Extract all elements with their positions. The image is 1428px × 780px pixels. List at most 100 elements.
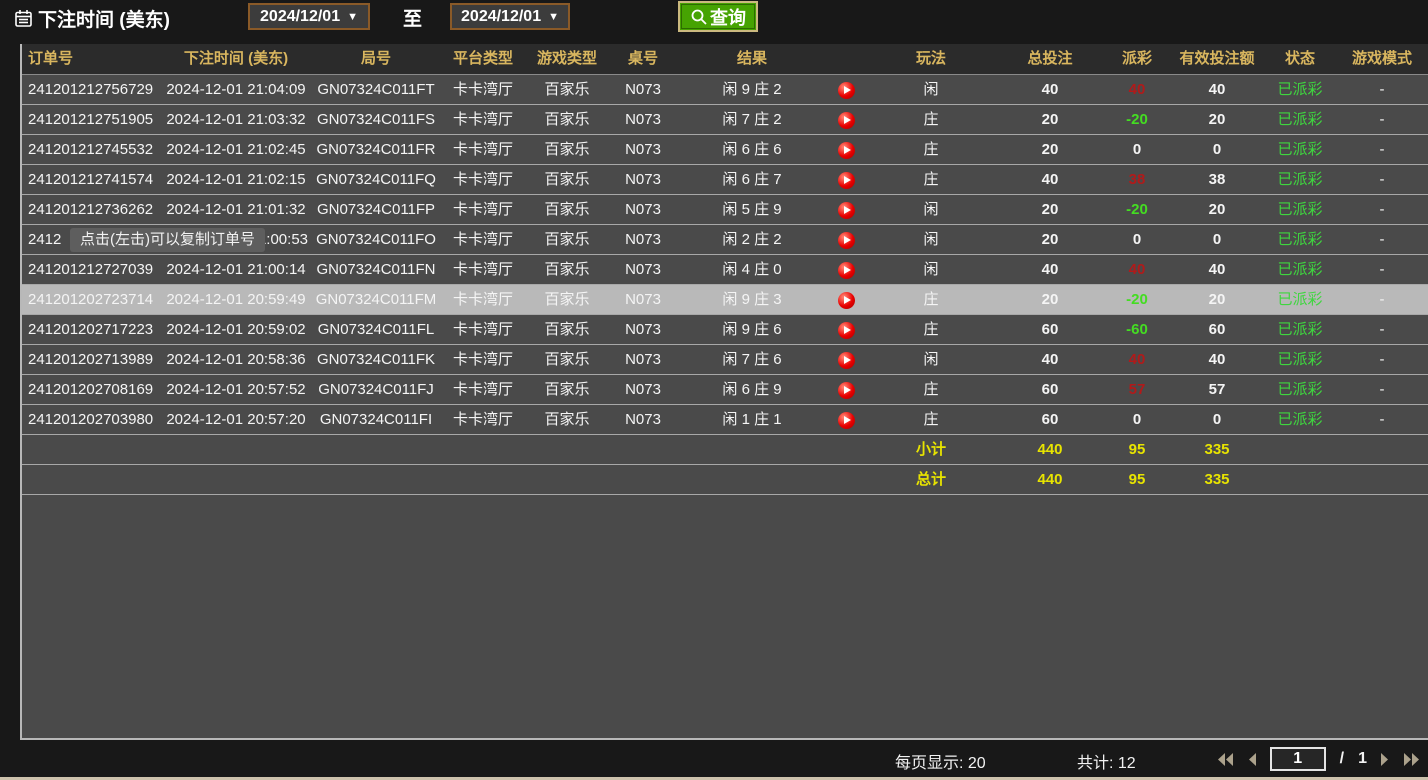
order-number-cell[interactable]: 241201212736262 [22,195,160,224]
date-to-select[interactable]: 2024/12/01 ▼ [450,3,570,30]
table-number-cell: N073 [608,225,678,254]
play-replay-icon[interactable] [838,412,855,429]
status-cell: 已派彩 [1264,135,1336,164]
replay-cell [826,195,866,224]
game-type-cell: 百家乐 [526,315,608,344]
prev-page-button[interactable] [1247,753,1256,766]
bet-time-cell: 2024-12-01 20:58:36 [160,345,312,374]
to-label: 至 [403,4,422,31]
result-cell: 闲 4 庄 0 [678,255,826,284]
platform-type-cell: 卡卡湾厅 [440,285,526,314]
page-input[interactable] [1270,747,1326,771]
bet-time-label: 下注时间 (美东) [14,5,170,32]
result-cell: 闲 9 庄 6 [678,315,826,344]
status-cell: 已派彩 [1264,105,1336,134]
table-row[interactable]: 24121:00:53GN07324C011FO卡卡湾厅百家乐N073闲 2 庄… [22,225,1428,255]
replay-cell [826,75,866,104]
bet-time-cell: 2024-12-01 20:57:20 [160,405,312,434]
payout-cell: -20 [1104,285,1170,314]
date-from-select[interactable]: 2024/12/01 ▼ [248,3,370,30]
total-bet-cell: 60 [996,375,1104,404]
result-cell: 闲 5 庄 9 [678,195,826,224]
order-number-cell[interactable]: 241201202723714 [22,285,160,314]
table-number-cell: N073 [608,285,678,314]
first-page-button[interactable] [1217,753,1233,766]
replay-cell [826,165,866,194]
payout-cell: 40 [1104,345,1170,374]
play-replay-icon[interactable] [838,202,855,219]
total-bet-cell: 60 [996,315,1104,344]
bet-time-cell: 2024-12-01 20:59:02 [160,315,312,344]
status-cell: 已派彩 [1264,285,1336,314]
game-mode-cell: - [1336,285,1428,314]
chevron-down-icon: ▼ [347,11,358,23]
replay-cell [826,405,866,434]
table-row[interactable]: 2412012027139892024-12-01 20:58:36GN0732… [22,345,1428,375]
pagination: / 1 [1217,747,1420,771]
play-replay-icon[interactable] [838,292,855,309]
total-bet-cell: 20 [996,105,1104,134]
subtotal-total-bet: 440 [996,435,1104,464]
order-number-cell[interactable]: 241201212745532 [22,135,160,164]
order-number-cell[interactable]: 241201202717223 [22,315,160,344]
game-mode-cell: - [1336,255,1428,284]
subtotal-label: 小计 [866,435,996,464]
col-header-payout: 派彩 [1104,44,1170,74]
order-number-cell[interactable]: 241201202708169 [22,375,160,404]
next-page-button[interactable] [1381,753,1390,766]
order-number-cell[interactable]: 241201212741574 [22,165,160,194]
status-cell: 已派彩 [1264,165,1336,194]
search-icon [690,8,708,26]
play-type-cell: 庄 [866,405,996,434]
game-mode-cell: - [1336,315,1428,344]
col-header-bet-time: 下注时间 (美东) [160,44,312,74]
table-row[interactable]: 2412012027237142024-12-01 20:59:49GN0732… [22,285,1428,315]
play-replay-icon[interactable] [838,352,855,369]
table-row[interactable]: 2412012127415742024-12-01 21:02:15GN0732… [22,165,1428,195]
table-row[interactable]: 2412012027081692024-12-01 20:57:52GN0732… [22,375,1428,405]
play-replay-icon[interactable] [838,322,855,339]
play-replay-icon[interactable] [838,172,855,189]
order-number-cell[interactable]: 241201212756729 [22,75,160,104]
order-number-cell[interactable]: 241201212751905 [22,105,160,134]
game-mode-cell: - [1336,105,1428,134]
game-number-cell: GN07324C011FN [312,255,440,284]
valid-bet-cell: 38 [1170,165,1264,194]
order-number-cell[interactable]: 241201202713989 [22,345,160,374]
game-type-cell: 百家乐 [526,195,608,224]
play-replay-icon[interactable] [838,262,855,279]
table-row[interactable]: 2412012127567292024-12-01 21:04:09GN0732… [22,75,1428,105]
platform-type-cell: 卡卡湾厅 [440,75,526,104]
valid-bet-cell: 20 [1170,195,1264,224]
play-replay-icon[interactable] [838,82,855,99]
status-cell: 已派彩 [1264,255,1336,284]
footer-bar: 每页显示: 20 共计: 12 / 1 [0,740,1428,780]
table-row[interactable]: 2412012127519052024-12-01 21:03:32GN0732… [22,105,1428,135]
play-replay-icon[interactable] [838,112,855,129]
status-cell: 已派彩 [1264,345,1336,374]
game-number-cell: GN07324C011FJ [312,375,440,404]
platform-type-cell: 卡卡湾厅 [440,405,526,434]
play-replay-icon[interactable] [838,142,855,159]
play-replay-icon[interactable] [838,232,855,249]
table-row[interactable]: 2412012127270392024-12-01 21:00:14GN0732… [22,255,1428,285]
valid-bet-cell: 0 [1170,405,1264,434]
table-row[interactable]: 2412012027039802024-12-01 20:57:20GN0732… [22,405,1428,435]
game-number-cell: GN07324C011FL [312,315,440,344]
table-row[interactable]: 2412012027172232024-12-01 20:59:02GN0732… [22,315,1428,345]
order-number-cell[interactable]: 241201202703980 [22,405,160,434]
status-cell: 已派彩 [1264,225,1336,254]
play-type-cell: 闲 [866,195,996,224]
platform-type-cell: 卡卡湾厅 [440,225,526,254]
bet-time-cell: 2024-12-01 21:03:32 [160,105,312,134]
table-row[interactable]: 2412012127455322024-12-01 21:02:45GN0732… [22,135,1428,165]
total-payout: 95 [1104,465,1170,494]
query-button[interactable]: 查询 [678,1,758,32]
last-page-button[interactable] [1404,753,1420,766]
status-cell: 已派彩 [1264,315,1336,344]
arrow-right-icon [1381,753,1390,766]
total-bet-cell: 40 [996,75,1104,104]
play-replay-icon[interactable] [838,382,855,399]
table-row[interactable]: 2412012127362622024-12-01 21:01:32GN0732… [22,195,1428,225]
order-number-cell[interactable]: 241201212727039 [22,255,160,284]
